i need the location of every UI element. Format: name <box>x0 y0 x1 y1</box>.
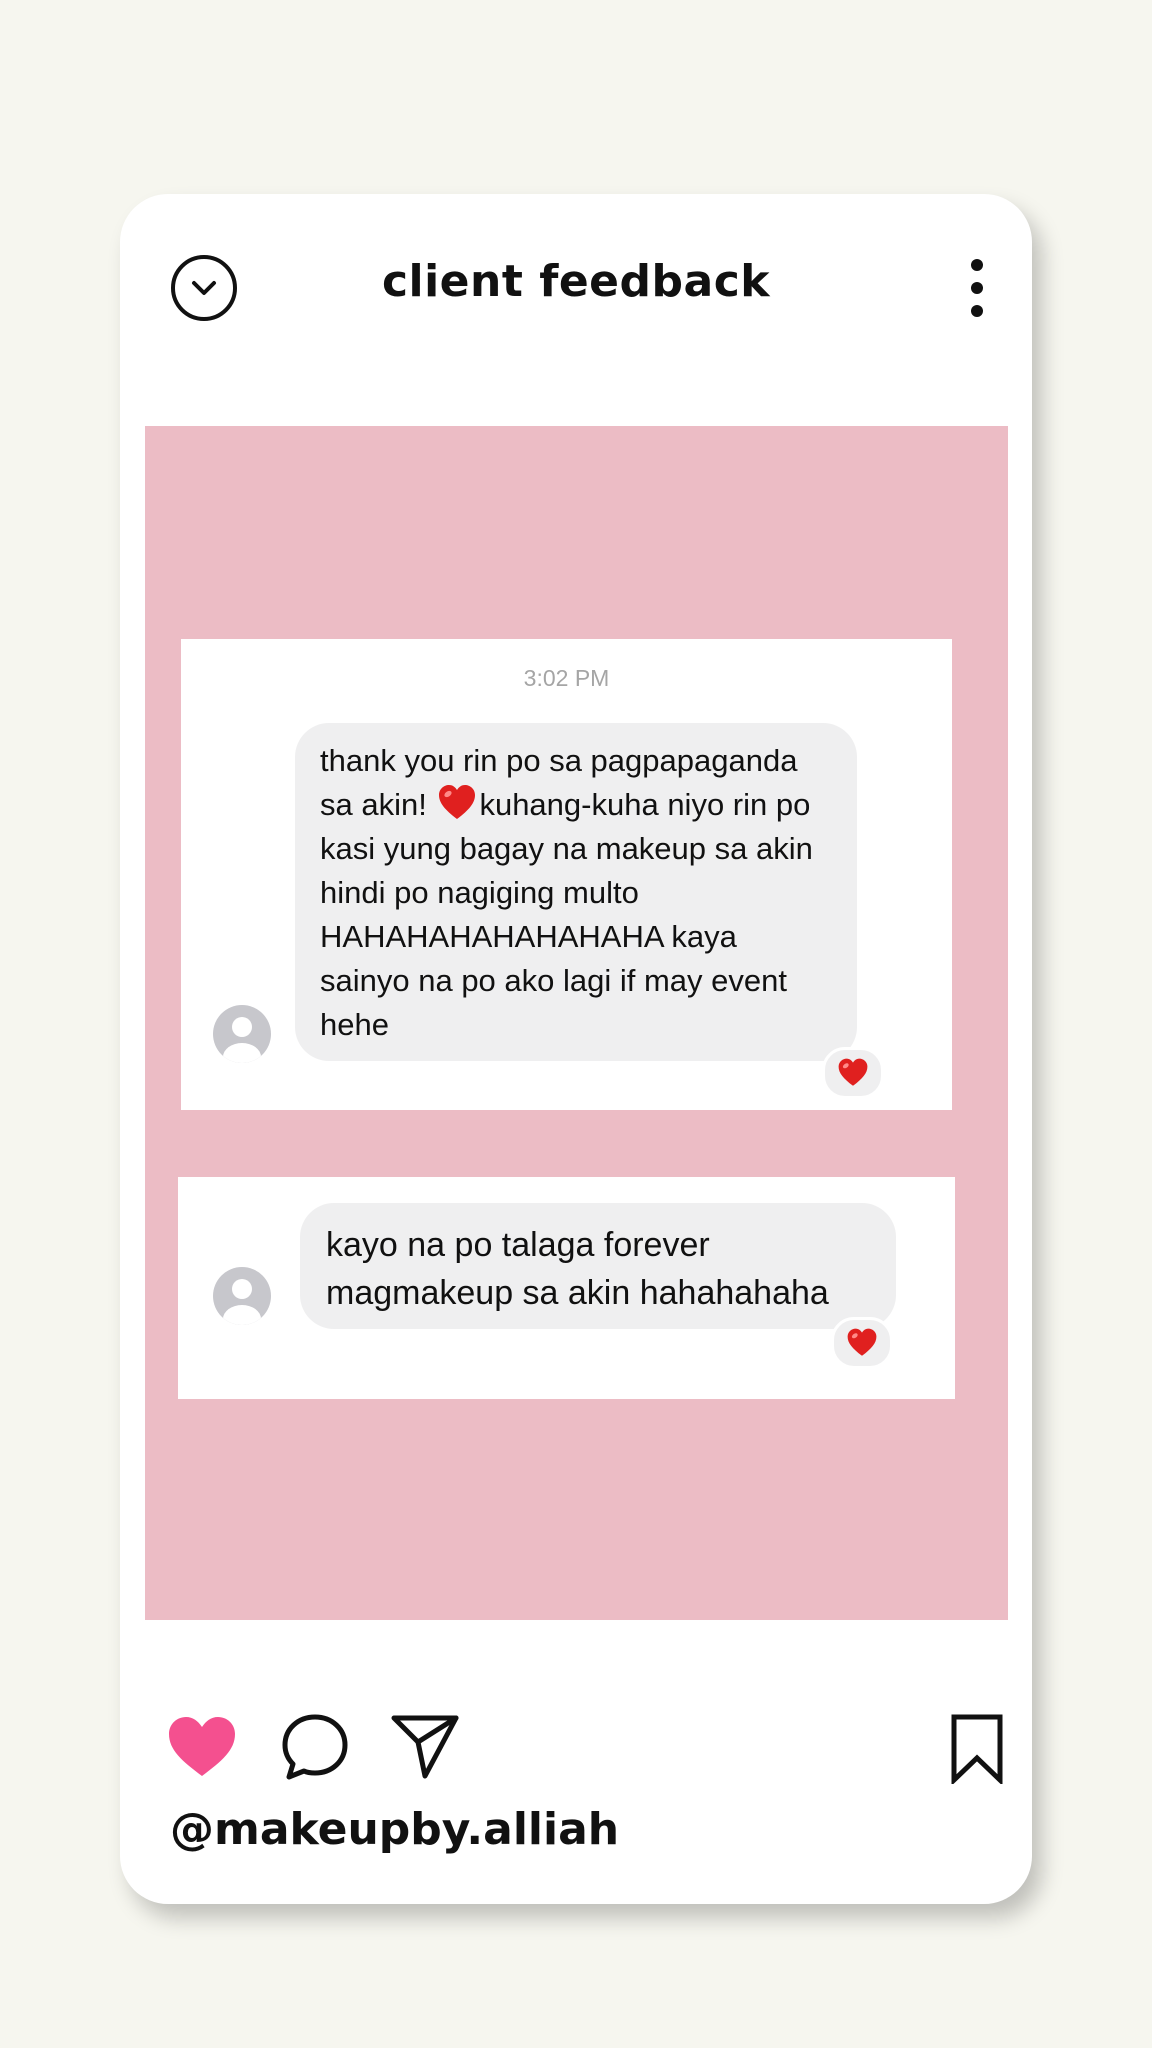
account-handle[interactable]: @makeupby.alliah <box>170 1804 619 1855</box>
message-text-part-2: kuhang-kuha niyo rin po kasi yung bagay … <box>320 787 813 1042</box>
bookmark-icon[interactable] <box>950 1714 1004 1784</box>
reaction-badge[interactable] <box>822 1047 884 1099</box>
message-timestamp: 3:02 PM <box>523 665 610 691</box>
heart-icon[interactable] <box>166 1714 238 1780</box>
comment-bubble-icon[interactable] <box>280 1712 350 1782</box>
more-vertical-icon[interactable] <box>962 256 992 320</box>
avatar-icon <box>213 1267 271 1325</box>
message-screenshot-2: kayo na po talaga forever magmakeup sa a… <box>178 1177 955 1399</box>
avatar-icon <box>213 1005 271 1063</box>
red-heart-emoji <box>847 1328 877 1356</box>
red-heart-emoji <box>838 1058 868 1086</box>
red-heart-emoji <box>439 785 476 819</box>
message-bubble: kayo na po talaga forever magmakeup sa a… <box>300 1203 896 1329</box>
message-screenshot-1: 3:02 PM thank you rin po sa pagpapaganda… <box>181 639 952 1110</box>
send-icon[interactable] <box>390 1712 460 1780</box>
message-bubble: thank you rin po sa pagpapaganda sa akin… <box>295 723 857 1061</box>
post-card: client feedback 3:02 PM thank you rin po… <box>120 194 1032 1904</box>
post-image: 3:02 PM thank you rin po sa pagpapaganda… <box>145 426 1008 1620</box>
reaction-badge[interactable] <box>831 1317 893 1369</box>
page-title: client feedback <box>381 256 771 307</box>
